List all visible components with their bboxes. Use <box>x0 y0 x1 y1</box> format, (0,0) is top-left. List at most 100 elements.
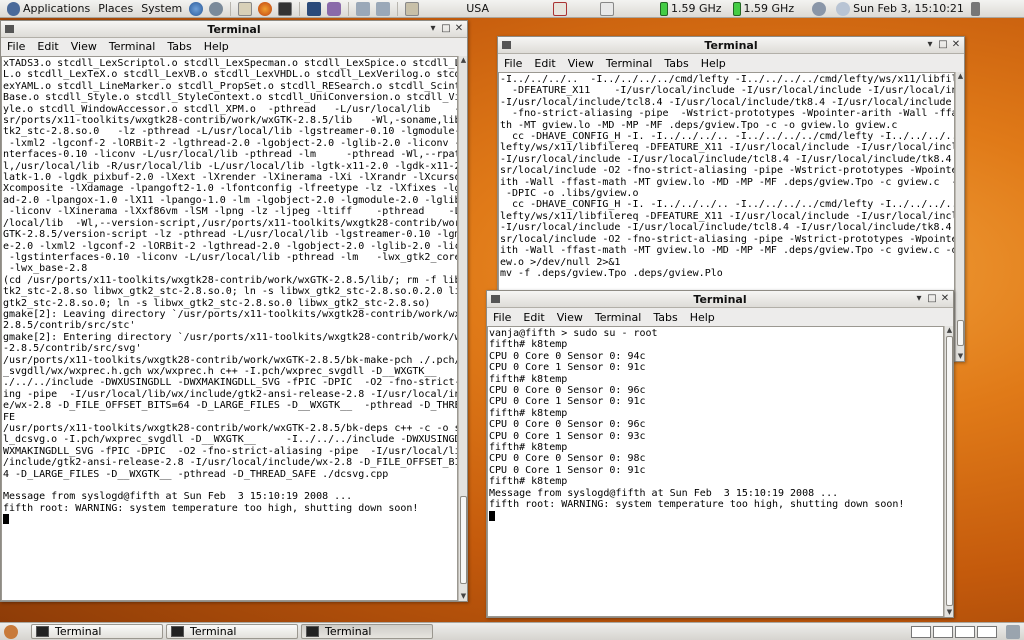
terminal-icon <box>171 626 184 637</box>
maximize-icon[interactable]: □ <box>927 293 937 304</box>
close-icon[interactable]: ✕ <box>454 23 464 34</box>
terminal-line: -I/usr/local/include -I/usr/local/includ… <box>500 153 955 165</box>
people-icon[interactable] <box>209 1 224 16</box>
terminal-line: fifth# k8temp <box>489 476 568 488</box>
gimp-icon[interactable] <box>327 1 342 16</box>
scroll-down-icon[interactable]: ▼ <box>956 352 964 361</box>
close-icon[interactable]: ✕ <box>940 293 950 304</box>
clock-label: Sun Feb 3, 15:10:21 <box>853 2 964 15</box>
minimize-icon[interactable]: ▾ <box>428 23 438 34</box>
pdf-viewer-icon[interactable] <box>552 1 567 16</box>
separator <box>397 1 399 16</box>
volume-icon[interactable] <box>970 1 980 16</box>
terminal-line: FE <box>3 411 16 423</box>
window-titlebar[interactable]: Terminal ▾ □ ✕ <box>498 37 964 54</box>
close-icon[interactable]: ✕ <box>951 39 961 50</box>
clipboard-icon[interactable] <box>405 1 420 16</box>
scroll-up-icon[interactable]: ▲ <box>956 72 964 81</box>
window-title: Terminal <box>704 38 758 52</box>
maximize-icon[interactable]: □ <box>441 23 451 34</box>
menu-file[interactable]: File <box>1 40 31 53</box>
terminal-output[interactable]: xTADS3.o stcdll_LexScriptol.o stcdll_Lex… <box>1 56 458 601</box>
firefox-icon[interactable] <box>258 1 273 16</box>
terminal-line: /local/lib -Wl,--version-script,/usr/por… <box>3 217 458 229</box>
clock[interactable]: Sun Feb 3, 15:10:21 <box>829 0 968 18</box>
notes-icon[interactable] <box>599 1 614 16</box>
network-status-icon[interactable] <box>812 1 827 16</box>
workspace-3[interactable] <box>955 625 975 638</box>
keyboard-layout-indicator[interactable]: USA <box>462 0 493 18</box>
scroll-thumb[interactable] <box>946 336 953 606</box>
menu-help[interactable]: Help <box>684 311 721 324</box>
workspace-switcher[interactable] <box>911 625 997 638</box>
window-menu-icon[interactable] <box>502 41 511 49</box>
window-titlebar[interactable]: Terminal ▾ □ ✕ <box>1 21 467 38</box>
menu-terminal[interactable]: Terminal <box>103 40 162 53</box>
scrollbar[interactable]: ▲ ▼ <box>955 72 964 361</box>
system-menu[interactable]: System <box>137 0 186 18</box>
terminal-window-right-bottom[interactable]: Terminal ▾ □ ✕ File Edit View Terminal T… <box>486 290 954 618</box>
menu-edit[interactable]: Edit <box>528 57 561 70</box>
scroll-down-icon[interactable]: ▼ <box>459 592 467 601</box>
menu-help[interactable]: Help <box>198 40 235 53</box>
places-menu[interactable]: Places <box>94 0 137 18</box>
window-titlebar[interactable]: Terminal ▾ □ ✕ <box>487 291 953 308</box>
minimize-icon[interactable]: ▾ <box>925 39 935 50</box>
menu-tabs[interactable]: Tabs <box>658 57 694 70</box>
menu-edit[interactable]: Edit <box>31 40 64 53</box>
terminal-launcher-icon[interactable] <box>278 1 293 16</box>
menu-file[interactable]: File <box>487 311 517 324</box>
cpu-freq-monitor-2[interactable]: 1.59 GHz <box>726 0 799 18</box>
terminal-line: ad-2.0 -lpangox-1.0 -lX11 -lpango-1.0 -l… <box>3 194 458 206</box>
terminal-line: /usr/ports/x11-toolkits/wxgtk28-contrib/… <box>3 354 458 366</box>
terminal-line: -2.8.5/contrib/src/svg' <box>3 343 142 355</box>
terminal-output[interactable]: vanja@fifth > sudo su - root fifth# k8tem… <box>487 326 944 617</box>
scroll-up-icon[interactable]: ▲ <box>945 326 953 335</box>
workspace-1[interactable] <box>911 625 931 638</box>
menu-view[interactable]: View <box>562 57 600 70</box>
text-editor-icon[interactable] <box>238 1 253 16</box>
scroll-down-icon[interactable]: ▼ <box>945 608 953 617</box>
scroll-thumb[interactable] <box>460 496 467 584</box>
terminal-line: gmake[2]: Leaving directory `/usr/ports/… <box>3 308 458 320</box>
menu-tabs[interactable]: Tabs <box>161 40 197 53</box>
applications-menu[interactable]: Applications <box>0 0 94 18</box>
menu-tabs[interactable]: Tabs <box>647 311 683 324</box>
show-desktop-icon[interactable] <box>4 624 18 639</box>
taskbar-button-1[interactable]: Terminal <box>31 624 163 639</box>
scrollbar[interactable]: ▲ ▼ <box>944 326 953 617</box>
window-menu-icon[interactable] <box>5 25 14 33</box>
menu-file[interactable]: File <box>498 57 528 70</box>
terminal-line: tk2_stc-2.8.so.0 -lz -pthread -L/usr/loc… <box>3 126 458 138</box>
menu-terminal[interactable]: Terminal <box>600 57 659 70</box>
maximize-icon[interactable]: □ <box>938 39 948 50</box>
window-menu-icon[interactable] <box>491 295 500 303</box>
minimize-icon[interactable]: ▾ <box>914 293 924 304</box>
network-icon-2[interactable] <box>376 1 391 16</box>
system-monitor-icon[interactable] <box>307 1 322 16</box>
terminal-cursor-line <box>489 510 943 523</box>
menu-view[interactable]: View <box>551 311 589 324</box>
menu-view[interactable]: View <box>65 40 103 53</box>
menu-help[interactable]: Help <box>695 57 732 70</box>
terminal-line: L.o stcdll_LexTeX.o stcdll_LexVB.o stcdl… <box>3 69 458 81</box>
scroll-thumb[interactable] <box>957 320 964 346</box>
menu-edit[interactable]: Edit <box>517 311 550 324</box>
network-icon[interactable] <box>356 1 371 16</box>
taskbar-button-label: Terminal <box>325 625 372 638</box>
taskbar-button-3[interactable]: Terminal <box>301 624 433 639</box>
cpu-freq-monitor-1[interactable]: 1.59 GHz <box>653 0 726 18</box>
terminal-line: CPU 0 Core 0 Sensor 0: 98c <box>489 453 646 465</box>
text-cursor <box>489 510 495 521</box>
globe-icon[interactable] <box>189 1 204 16</box>
taskbar-button-2[interactable]: Terminal <box>166 624 298 639</box>
cpu2-freq-label: 1.59 GHz <box>743 2 795 15</box>
workspace-2[interactable] <box>933 625 953 638</box>
scroll-up-icon[interactable]: ▲ <box>459 56 467 65</box>
workspace-4[interactable] <box>977 625 997 638</box>
top-panel: Applications Places System USA 1.59 GHz … <box>0 0 1024 18</box>
terminal-window-left[interactable]: Terminal ▾ □ ✕ File Edit View Terminal T… <box>0 20 468 602</box>
menu-terminal[interactable]: Terminal <box>589 311 648 324</box>
trash-icon[interactable] <box>1006 624 1020 639</box>
scrollbar[interactable]: ▲ ▼ <box>458 56 467 601</box>
